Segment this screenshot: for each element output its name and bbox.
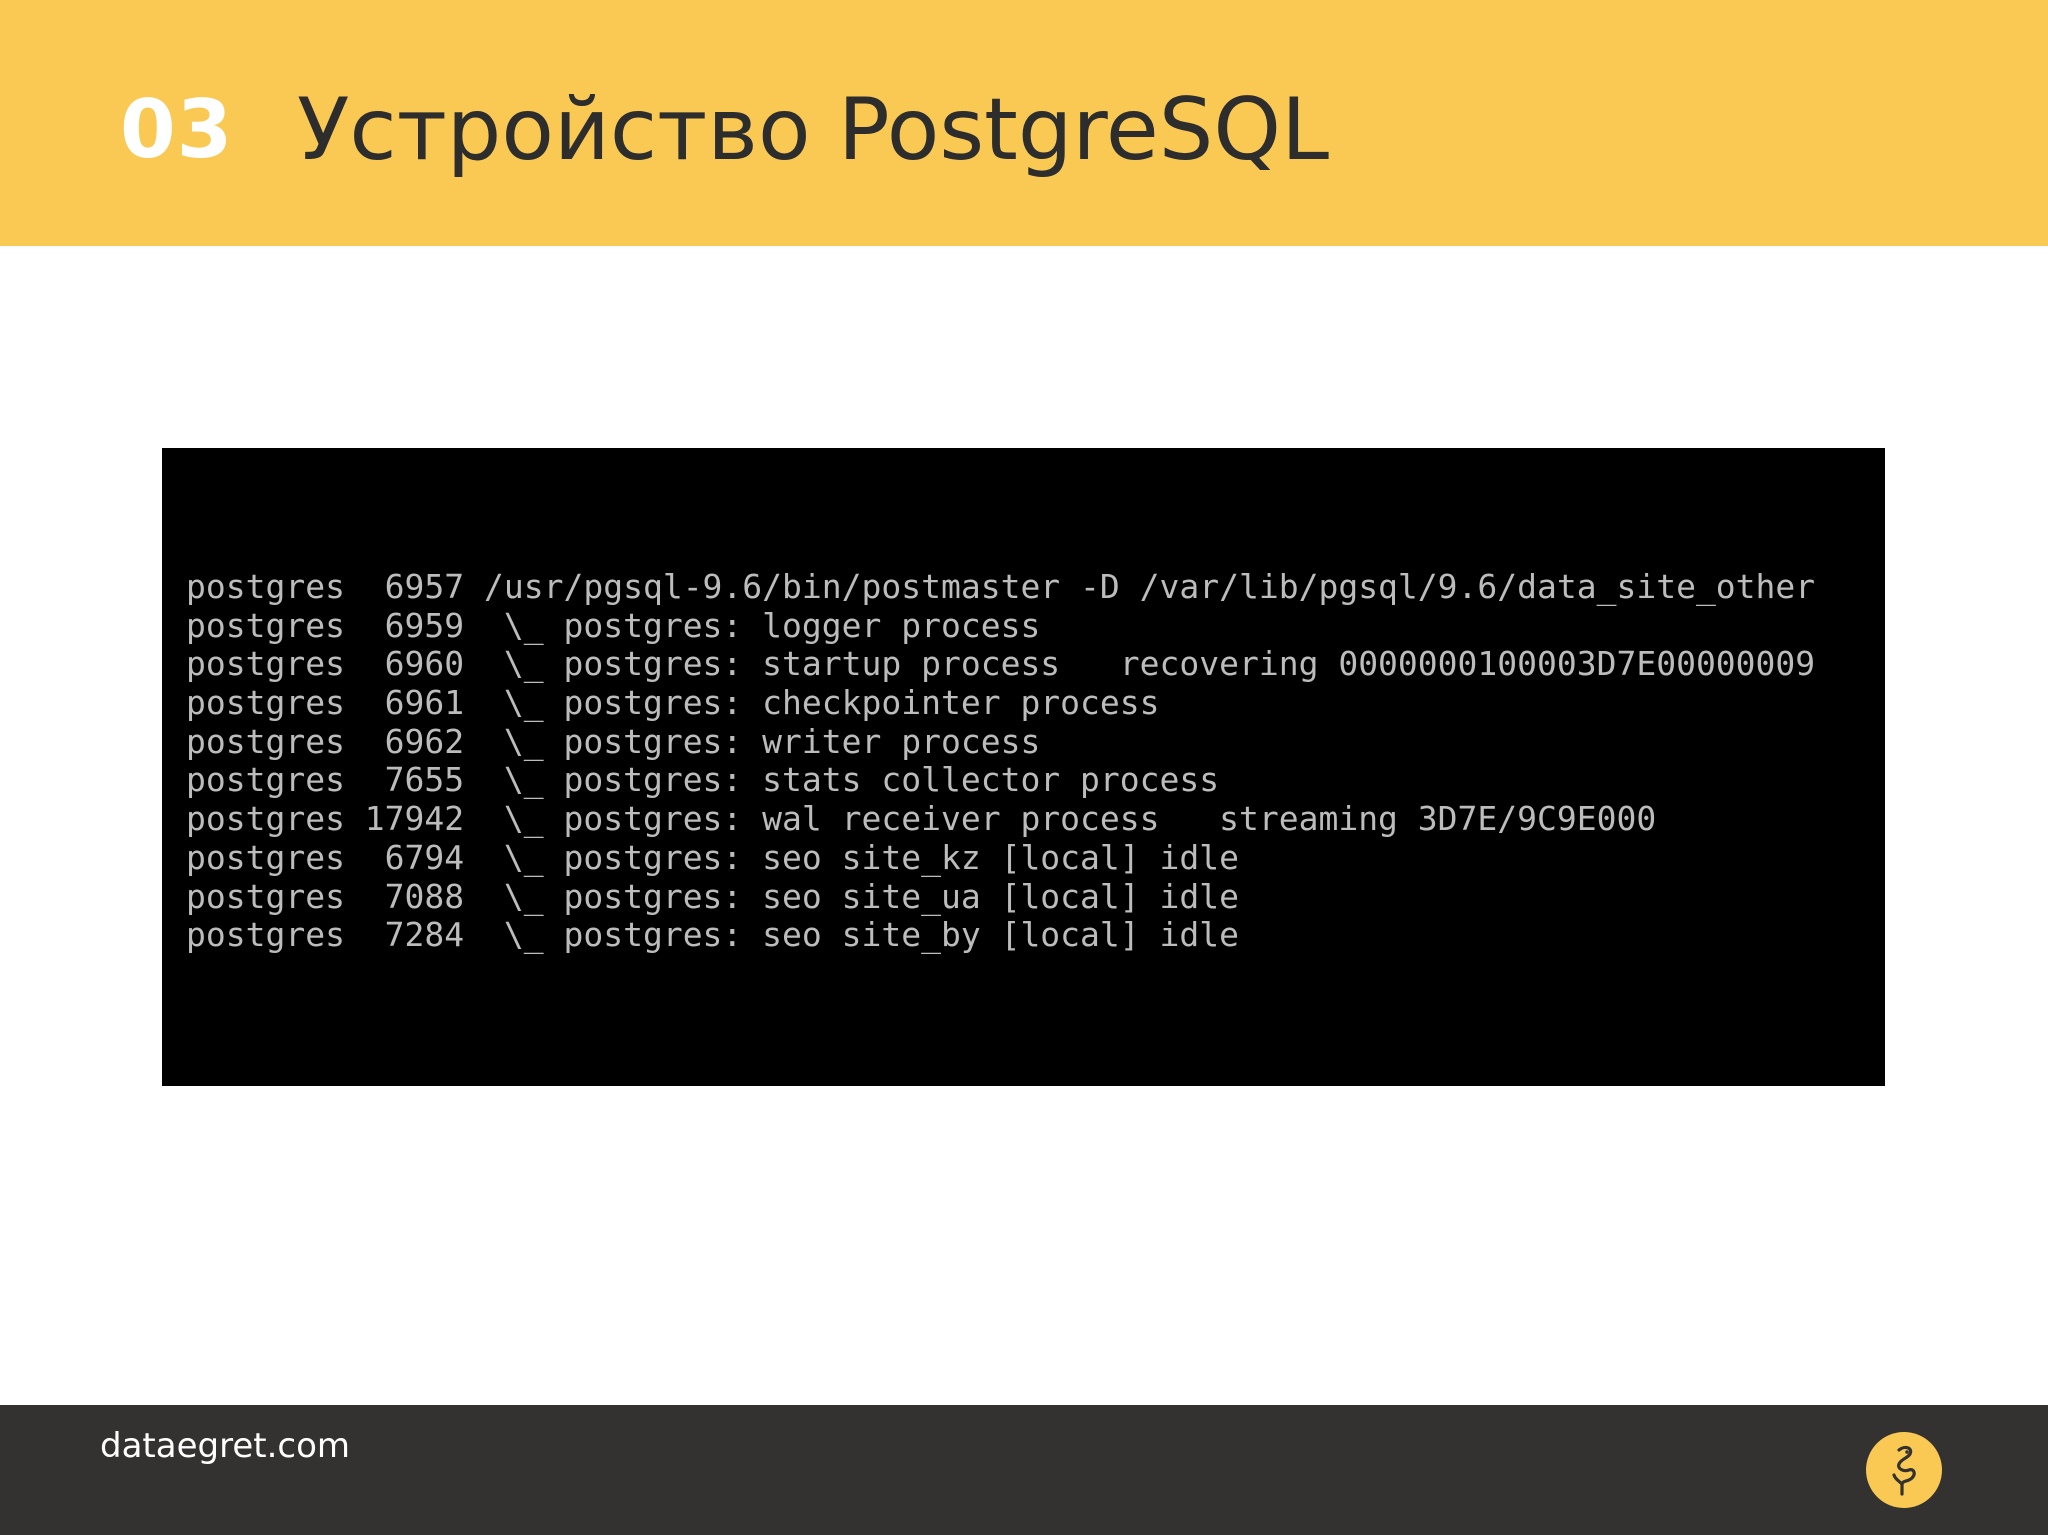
terminal-line: postgres 17942 \_ postgres: wal receiver… [186,800,1657,839]
terminal-line: postgres 6957 /usr/pgsql-9.6/bin/postmas… [186,568,1816,606]
footer-site-link[interactable]: dataegret.com [100,1425,350,1467]
terminal-line: postgres 6959 \_ postgres: logger proces… [186,606,1041,645]
terminal-line: postgres 6961 \_ postgres: checkpointer … [186,684,1160,723]
egret-icon [1892,1445,1916,1496]
terminal-line: postgres 7284 \_ postgres: seo site_by [… [186,916,1239,955]
terminal-line: postgres 6794 \_ postgres: seo site_kz [… [186,838,1239,877]
terminal-line: postgres 7088 \_ postgres: seo site_ua [… [186,877,1239,916]
terminal-line: postgres 7655 \_ postgres: stats collect… [186,761,1220,800]
slide-header: 03 Устройство PostgreSQL [0,0,2048,246]
terminal-line: postgres 6960 \_ postgres: startup proce… [186,645,1816,684]
section-number: 03 [120,83,234,176]
slide-title: Устройство PostgreSQL [297,80,1329,180]
terminal-output: postgres 6957 /usr/pgsql-9.6/bin/postmas… [186,568,1876,955]
dataegret-logo-icon [1866,1432,1942,1508]
terminal-line: postgres 6962 \_ postgres: writer proces… [186,722,1041,761]
terminal-screenshot: postgres 6957 /usr/pgsql-9.6/bin/postmas… [162,448,1885,1086]
slide-footer: dataegret.com [0,1405,2048,1535]
